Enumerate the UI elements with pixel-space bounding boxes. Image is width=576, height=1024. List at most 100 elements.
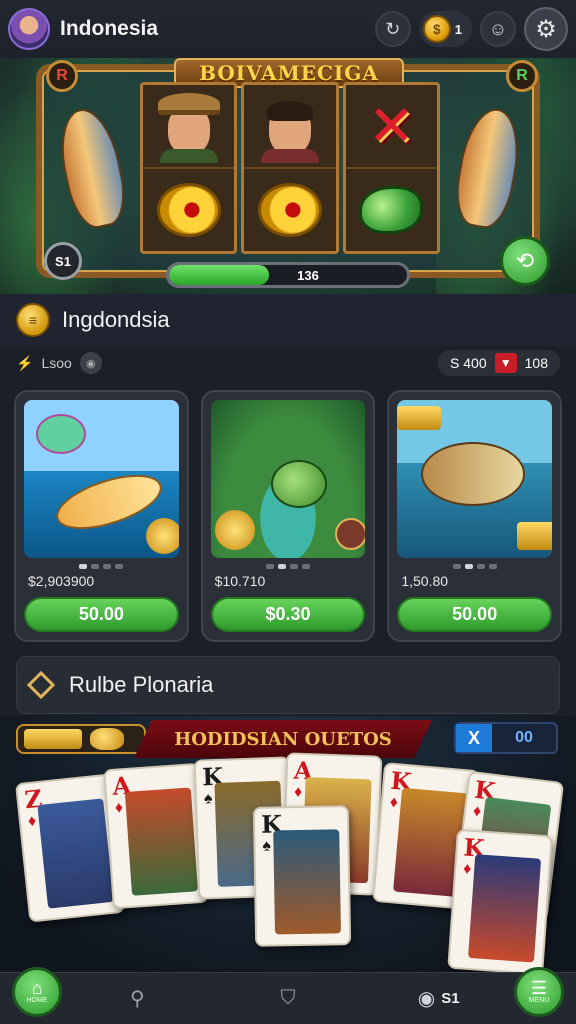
playing-card[interactable]: K ♦ xyxy=(447,828,553,972)
chat-icon[interactable]: ☺ xyxy=(480,11,516,47)
nav-home-button[interactable]: ⌂ HOME xyxy=(12,966,62,1017)
home-icon: ⌂ xyxy=(31,978,43,998)
gold-tag-icon xyxy=(517,522,553,550)
refresh-icon[interactable]: ↻ xyxy=(374,11,411,47)
filter-right-label-a: S 400 xyxy=(450,355,487,371)
app-title: Indonesia xyxy=(60,17,159,40)
explorer-face-symbol xyxy=(154,89,224,163)
flag-icon: ▼ xyxy=(494,353,517,373)
card-suit: ♦ xyxy=(27,812,38,831)
lightning-icon: ⚡ xyxy=(16,354,34,371)
dot xyxy=(476,563,485,569)
card-table: HODIDSIAN OUETOS X 00 Z ♦ A ♦ K ♠ A ♦ K … xyxy=(0,716,576,972)
reel-cell xyxy=(346,169,437,251)
dot xyxy=(290,563,298,569)
game-card[interactable]: $2,903900 50.00 xyxy=(14,390,189,642)
game-price: 1,50.80 xyxy=(401,572,449,589)
coin-icon: ◉ xyxy=(417,988,436,1010)
dot xyxy=(115,563,124,569)
card-suit: ♦ xyxy=(471,802,483,821)
playing-card[interactable]: K ♠ xyxy=(252,805,352,947)
slot-banner[interactable]: BOIVAMECIGA R R ✕ S1 136 ⟲ xyxy=(0,58,576,294)
coin-icon xyxy=(214,510,255,550)
filter-right[interactable]: S 400 ▼ 108 xyxy=(438,350,560,376)
card-suit: ♠ xyxy=(262,837,272,855)
rules-title: Rulbe Plonaria xyxy=(69,672,214,697)
avatar[interactable] xyxy=(8,8,50,50)
bag-icon: ⛉ xyxy=(280,987,296,1009)
fish-illustration xyxy=(270,460,327,508)
card-suit: ♦ xyxy=(462,860,472,878)
filter-right-label-b: 108 xyxy=(524,355,548,371)
dot xyxy=(266,563,274,569)
play-button[interactable]: $0.30 xyxy=(210,596,366,632)
close-icon[interactable]: X xyxy=(456,724,492,752)
dot xyxy=(452,563,461,569)
play-button[interactable]: 50.00 xyxy=(24,596,179,632)
gold-tag-icon xyxy=(397,406,442,430)
top-bar: Indonesia ↻ $ 1 ☺ ⚙ xyxy=(0,0,576,58)
fishing-thumbnail xyxy=(397,400,553,558)
dot xyxy=(464,563,473,569)
coin-icon: $ xyxy=(422,15,451,43)
fish-illustration xyxy=(421,442,526,506)
carousel-dots xyxy=(397,563,552,569)
corner-badge-right-label: R xyxy=(516,67,528,84)
gold-fish-coin-symbol xyxy=(257,183,322,237)
coin-count: 1 xyxy=(454,21,462,37)
diamond-icon xyxy=(26,670,56,700)
game-price: $10.710 xyxy=(214,572,266,589)
nav-search[interactable]: ⚲ xyxy=(62,986,213,1011)
dot xyxy=(91,563,100,569)
man-face-symbol xyxy=(255,89,325,163)
game-card[interactable]: $10.710 $0.30 xyxy=(200,390,376,642)
reel-cell: ✕ xyxy=(345,85,437,169)
nav-bag[interactable]: ⛉ xyxy=(213,987,364,1010)
corner-badge-left-label: R xyxy=(56,67,68,84)
score-box[interactable]: X 00 xyxy=(454,722,558,754)
play-button[interactable]: 50.00 xyxy=(397,596,553,632)
game-price: $2,903900 xyxy=(28,572,95,589)
dot xyxy=(278,563,286,569)
card-suit: ♦ xyxy=(293,783,303,801)
gold-tag-icon xyxy=(24,729,82,749)
dot xyxy=(302,563,310,569)
filter-left-label: Lsoo xyxy=(41,355,72,371)
reel-3: ✕ xyxy=(342,82,440,254)
section-title: Ingdondsia xyxy=(62,307,170,332)
gold-fish-coin-symbol xyxy=(156,183,221,237)
nav-balance[interactable]: ◉ S1 xyxy=(363,986,514,1011)
hook-illustration xyxy=(36,414,86,454)
nav-menu-label: MENU xyxy=(528,997,550,1004)
menu-icon: ☰ xyxy=(530,978,548,998)
gold-chip-bar[interactable] xyxy=(16,724,146,754)
share-button[interactable]: ⟲ xyxy=(500,236,550,286)
ribbon-text: HODIDSIAN OUETOS xyxy=(174,728,392,750)
fishing-thumbnail xyxy=(24,400,179,558)
card-art xyxy=(124,787,198,896)
slot-reels: ✕ xyxy=(140,82,440,254)
playing-card[interactable]: A ♦ xyxy=(103,762,209,910)
rules-panel[interactable]: Rulbe Plonaria xyxy=(16,656,560,714)
carousel-dots xyxy=(211,563,366,569)
red-x-symbol: ✕ xyxy=(367,93,415,159)
search-icon: ⚲ xyxy=(130,988,145,1010)
fishing-thumbnail xyxy=(210,400,366,558)
filter-left[interactable]: ⚡ Lsoo ◉ xyxy=(16,352,102,374)
reel-1 xyxy=(140,82,238,254)
game-card[interactable]: 1,50.80 50.00 xyxy=(387,390,563,642)
badge-icon: ◉ xyxy=(79,352,102,374)
gold-nugget-icon xyxy=(90,728,124,750)
coin-balance[interactable]: $ 1 xyxy=(418,11,472,47)
card-suit: ♦ xyxy=(114,799,124,817)
progress-label: 136 xyxy=(297,267,319,283)
corner-badge-left: R xyxy=(46,60,78,92)
nav-menu-button[interactable]: ☰ MENU xyxy=(514,966,565,1017)
reel-cell xyxy=(143,169,234,251)
filter-row: ⚡ Lsoo ◉ S 400 ▼ 108 xyxy=(0,346,576,380)
gear-icon[interactable]: ⚙ xyxy=(524,7,568,51)
reel-cell xyxy=(143,85,235,169)
level-badge: S1 xyxy=(44,242,82,280)
reel-cell xyxy=(244,169,335,251)
section-header: ≡ Ingdondsia xyxy=(0,294,576,346)
